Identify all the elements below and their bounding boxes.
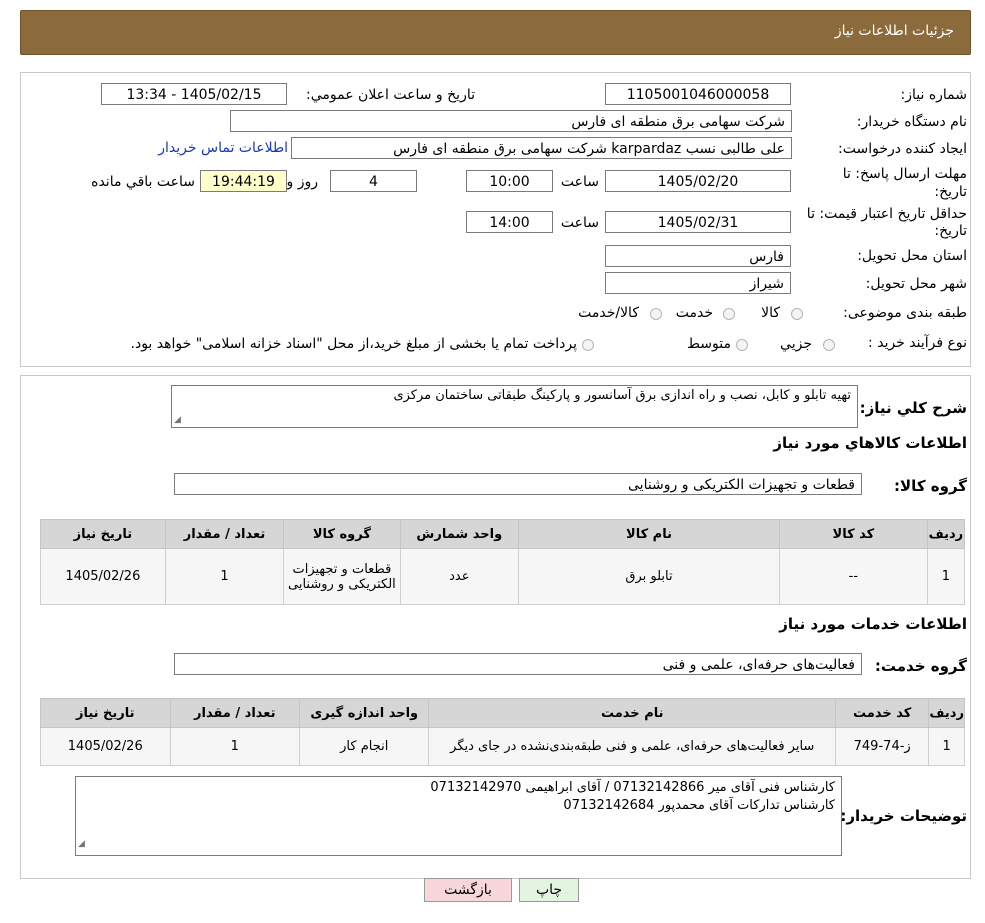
price-validity-label-2: تاريخ: [934, 223, 967, 239]
category-goods-service-label: کالا/خدمت [578, 305, 639, 321]
summary-textarea[interactable]: تهیه تابلو و کابل، نصب و راه اندازی برق … [171, 385, 858, 428]
reply-deadline-label: مهلت ارسال پاسخ: تا [842, 166, 967, 182]
buyer-notes-line-1: کارشناس فنی آقای میر 07132142866 / آقای … [430, 780, 835, 795]
contact-info-link[interactable]: اطلاعات تماس خريدار [158, 140, 288, 156]
category-service-radio[interactable] [723, 308, 735, 320]
process-medium-radio[interactable] [736, 339, 748, 351]
category-goods-service-radio[interactable] [650, 308, 662, 320]
cell-group: قطعات و تجهیزات الکتریکی و روشنایی [283, 548, 401, 605]
col-name: نام خدمت [428, 698, 836, 728]
province-field[interactable]: فارس [605, 245, 791, 267]
cell-code: ز-74-749 [834, 727, 930, 766]
price-validity-time-field[interactable]: 14:00 [466, 211, 553, 233]
col-code: کد خدمت [834, 698, 930, 728]
category-label: طبقه بندی موضوعی: [843, 305, 967, 321]
days-field[interactable]: 4 [330, 170, 417, 192]
cell-name: تابلو برق [518, 548, 780, 605]
col-date: تاريخ نياز [40, 519, 166, 549]
col-unit: واحد شمارش [399, 519, 520, 549]
province-label: استان محل تحويل: [857, 248, 967, 264]
price-validity-date-field[interactable]: 1405/02/31 [605, 211, 791, 233]
goods-table: رديف کد کالا نام کالا واحد شمارش گروه کا… [40, 519, 966, 605]
back-button[interactable]: بازگشت [424, 878, 512, 902]
cell-qty: 1 [169, 727, 301, 766]
cell-code: -- [778, 548, 928, 605]
print-button[interactable]: چاپ [519, 878, 579, 902]
services-group-label: گروه خدمت: [874, 657, 967, 675]
buyer-notes-line-2: کارشناس تدارکات آقای محمدپور 07132142684 [563, 798, 835, 813]
process-label: نوع فرآيند خريد : [868, 335, 967, 351]
city-field[interactable]: شيراز [605, 272, 791, 294]
cell-date: 1405/02/26 [40, 548, 166, 605]
city-label: شهر محل تحويل: [865, 276, 967, 292]
remaining-time-field: 19:44:19 [200, 170, 287, 192]
goods-group-field[interactable]: قطعات و تجهیزات الکتریکی و روشنایی [174, 473, 862, 495]
col-name: نام کالا [518, 519, 780, 549]
treasury-checkbox[interactable] [582, 339, 594, 351]
process-minor-radio[interactable] [823, 339, 835, 351]
reply-time-label: ساعت [560, 174, 599, 190]
buyer-notes-label: توضيحات خريدار: [840, 807, 967, 825]
cell-unit: انجام کار [298, 727, 430, 766]
category-service-label: خدمت [675, 305, 713, 321]
announce-label: تاریخ و ساعت اعلان عمومي: [306, 87, 475, 103]
reply-date-field[interactable]: 1405/02/20 [605, 170, 791, 192]
buyer-org-label: نام دستگاه خريدار: [856, 114, 967, 130]
cell-unit: عدد [399, 548, 520, 605]
need-number-label: شماره نیاز: [900, 87, 968, 103]
services-table: رديف کد خدمت نام خدمت واحد اندازه گيری ت… [40, 698, 965, 766]
col-code: کد کالا [778, 519, 928, 549]
summary-text: تهیه تابلو و کابل، نصب و راه اندازی برق … [393, 388, 851, 403]
table-row: 1 ز-74-749 سایر فعالیت‌های حرفه‌ای، علمی… [40, 727, 965, 766]
reply-deadline-label-2: تاريخ: [934, 184, 967, 200]
announce-field[interactable]: 1405/02/15 - 13:34 [101, 83, 287, 105]
cell-row: 1 [926, 548, 966, 605]
cell-row: 1 [928, 727, 965, 766]
col-qty: تعداد / مقدار [164, 519, 285, 549]
requester-label: ايجاد کننده درخواست: [838, 141, 967, 157]
days-label: روز و [286, 174, 319, 190]
services-section-title: اطلاعات خدمات مورد نياز [779, 615, 967, 633]
category-goods-label: کالا [761, 305, 780, 321]
services-group-field[interactable]: فعالیت‌های حرفه‌ای، علمی و فنی [174, 653, 862, 675]
remaining-label: ساعت باقي مانده [91, 174, 195, 190]
buyer-org-field[interactable]: شرکت سهامی برق منطقه ای فارس [230, 110, 792, 132]
col-row: رديف [926, 519, 966, 549]
col-unit: واحد اندازه گيری [298, 698, 430, 728]
summary-label: شرح کلي نياز: [859, 399, 967, 417]
goods-section-title: اطلاعات کالاهاي مورد نياز [773, 434, 967, 452]
goods-group-label: گروه کالا: [894, 477, 967, 495]
cell-date: 1405/02/26 [40, 727, 171, 766]
col-qty: تعداد / مقدار [169, 698, 301, 728]
table-row: 1 -- تابلو برق عدد قطعات و تجهیزات الکتر… [40, 548, 966, 605]
process-medium-label: متوسط [687, 336, 731, 352]
resize-grip-icon[interactable]: ◢ [174, 415, 181, 425]
cell-name: سایر فعالیت‌های حرفه‌ای، علمی و فنی طبقه… [428, 727, 836, 766]
process-minor-label: جزيي [780, 336, 812, 352]
page-title: جزئیات اطلاعات نیاز [834, 23, 954, 39]
cell-qty: 1 [164, 548, 285, 605]
price-validity-label: حداقل تاريخ اعتبار قيمت: تا [806, 206, 967, 222]
col-row: رديف [928, 698, 965, 728]
need-number-field[interactable]: 1105001046000058 [605, 83, 791, 105]
category-goods-radio[interactable] [791, 308, 803, 320]
buyer-notes-textarea[interactable]: کارشناس فنی آقای میر 07132142866 / آقای … [75, 776, 842, 856]
resize-grip-icon[interactable]: ◢ [78, 835, 85, 853]
requester-field[interactable]: علی طالبی نسب karpardaz شرکت سهامی برق م… [291, 137, 792, 159]
reply-time-field[interactable]: 10:00 [466, 170, 553, 192]
col-group: گروه کالا [283, 519, 401, 549]
treasury-note: پرداخت تمام يا بخشی از مبلغ خريد،از محل … [130, 336, 577, 352]
price-validity-time-label: ساعت [560, 215, 599, 231]
page-header: جزئیات اطلاعات نیاز [20, 10, 971, 55]
col-date: تاريخ نياز [40, 698, 171, 728]
